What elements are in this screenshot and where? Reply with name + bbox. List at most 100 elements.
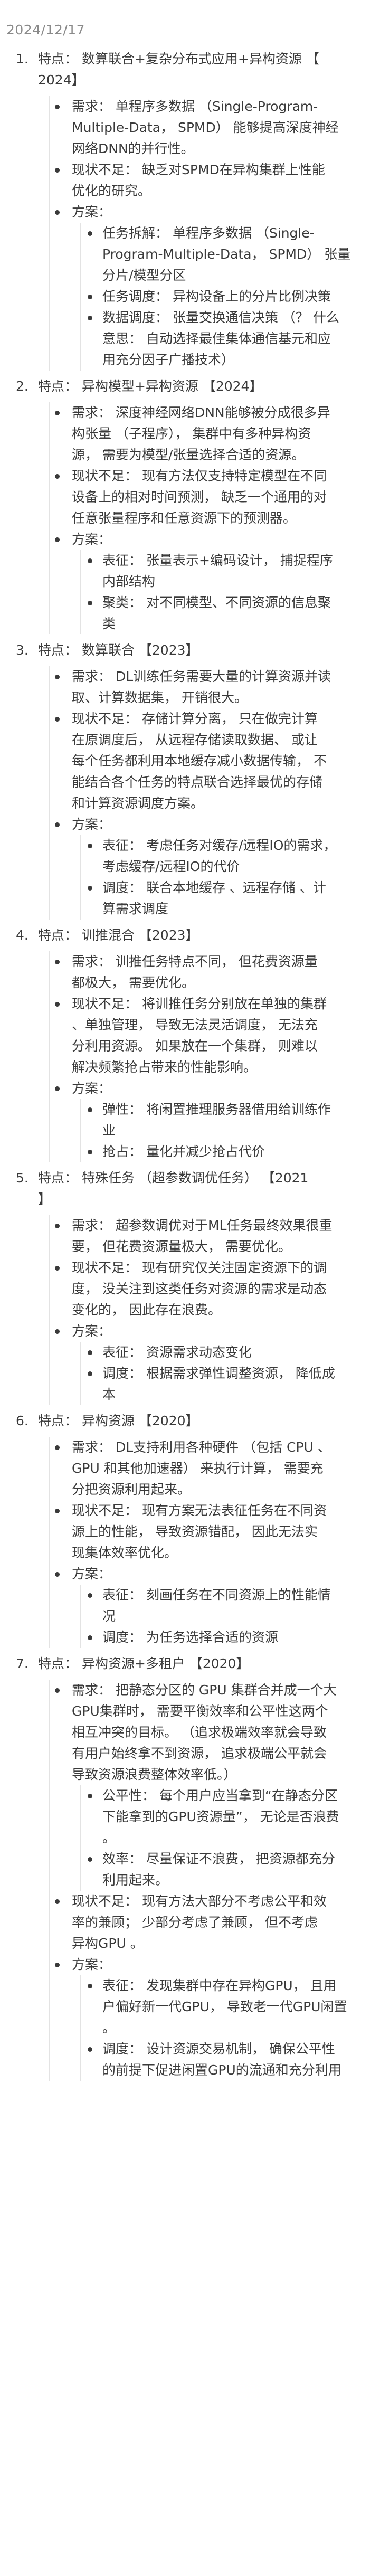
sub-list-item: 方案： — [0, 1954, 380, 1975]
sub-list-text: 需求： 深度神经网络DNN能够被分成很多异 构张量 （子程序）， 集群中有多种异… — [72, 405, 330, 462]
bullet-dot — [88, 1371, 92, 1376]
list-item-number: 2. — [16, 378, 28, 394]
bullet-dot — [88, 1350, 92, 1355]
bullet-dot — [55, 1086, 60, 1091]
sub-list: 需求： 深度神经网络DNN能够被分成很多异 构张量 （子程序）， 集群中有多种异… — [0, 402, 380, 634]
nested-list: 表征： 资源需求动态变化调度： 根据需求弹性调整资源， 降低成 本 — [0, 1342, 380, 1405]
bullet-dot — [88, 601, 92, 605]
nested-list-text: 抢占： 量化并减少抢占代价 — [102, 1144, 265, 1159]
item-spacer — [0, 1162, 380, 1168]
sub-list: 需求： 训推任务特点不同， 但花费资源量 都极大， 需要优化。 现状不足： 将训推… — [0, 951, 380, 1162]
bullet-dot — [88, 1635, 92, 1640]
sub-list: 需求： 把静态分区的 GPU 集群合并成一个大 GPU集群时， 需要平衡效率和公… — [0, 1680, 380, 2081]
page-date: 2024/12/17 — [6, 22, 86, 37]
bullet-dot — [55, 960, 60, 964]
list-item-title: 特点： 特殊任务 （超参数调优任务） 【2021 】 — [38, 1170, 309, 1207]
item-spacer — [0, 920, 380, 925]
nested-list-text: 表征： 张量表示+编码设计， 捕捉程序 内部结构 — [102, 553, 333, 589]
sub-list-text: 现状不足： 现有研究仅关注固定资源下的调 度， 没关注到这类任务对资源的需求是动… — [72, 1260, 327, 1318]
sub-list-text: 需求： DL训练任务需要大量的计算资源并读 取、计算数据集， 开销很大。 — [72, 669, 331, 705]
nested-list-text: 数据调度： 张量交换通信决策 （？ 什么 意思： 自动选择最佳集体通信基元和应 … — [102, 310, 339, 367]
sub-list-text: 需求： 训推任务特点不同， 但花费资源量 都极大， 需要优化。 — [72, 954, 318, 990]
bullet-dot — [55, 1224, 60, 1228]
item-spacer — [0, 1648, 380, 1653]
sub-list-text: 方案： — [72, 1566, 112, 1581]
bullet-dot — [88, 1984, 92, 1988]
sub-list-item: 需求： 超参数调优对于ML任务最终效果很重 要， 但花费资源量极大， 需要优化。 — [0, 1215, 380, 1257]
sub-list-item: 需求： 单程序多数据 （Single-Program- Multiple-Dat… — [0, 96, 380, 159]
sub-list-text: 现状不足： 缺乏对SPMD在异构集群上性能 优化的研究。 — [72, 162, 325, 198]
item-spacer — [0, 1405, 380, 1410]
bullet-dot — [55, 1899, 60, 1904]
bullet-dot — [55, 1266, 60, 1271]
sub-list: 需求： 单程序多数据 （Single-Program- Multiple-Dat… — [0, 96, 380, 371]
item-spacer — [0, 371, 380, 376]
list-item-heading: 2. 特点： 异构模型+异构资源 【2024】 — [0, 376, 380, 397]
bullet-dot — [55, 1572, 60, 1577]
sub-list-text: 现状不足： 现有方案无法表征任务在不同资 源上的性能， 导致资源错配， 因此无法… — [72, 1503, 327, 1560]
sub-list-item: 现状不足： 现有方法仅支持特定模型在不同 设备上的相对时间预测， 缺乏一个通用的… — [0, 466, 380, 529]
sub-list: 需求： DL支持利用各种硬件 （包括 CPU 、 GPU 和其他加速器） 来执行… — [0, 1437, 380, 1648]
sub-list-text: 需求： 超参数调优对于ML任务最终效果很重 要， 但花费资源量极大， 需要优化。 — [72, 1218, 332, 1254]
bullet-dot — [88, 1857, 92, 1862]
nested-list: 表征： 刻画任务在不同资源上的性能情 况调度： 为任务选择合适的资源 — [0, 1585, 380, 1648]
bullet-dot — [88, 295, 92, 299]
bullet-dot — [55, 1329, 60, 1334]
bullet-dot — [55, 411, 60, 415]
list-item-number: 3. — [16, 642, 28, 658]
nested-list-text: 聚类： 对不同模型、不同资源的信息聚 类 — [102, 595, 331, 631]
sub-list-text: 方案： — [72, 204, 112, 220]
sub-list-item: 需求： 训推任务特点不同， 但花费资源量 都极大， 需要优化。 — [0, 951, 380, 993]
item-spacer — [0, 634, 380, 640]
bullet-dot — [88, 2047, 92, 2052]
list-item-number: 4. — [16, 927, 28, 943]
sub-list-text: 需求： 单程序多数据 （Single-Program- Multiple-Dat… — [72, 99, 339, 156]
list-item-heading: 1. 特点： 数算联合+复杂分布式应用+异构资源 【 2024】 — [0, 49, 380, 91]
bullet-dot — [88, 231, 92, 236]
nested-list-item: 抢占： 量化并减少抢占代价 — [0, 1141, 380, 1162]
sub-list-item: 现状不足： 现有方案无法表征任务在不同资 源上的性能， 导致资源错配， 因此无法… — [0, 1500, 380, 1564]
nested-list-text: 调度： 设计资源交易机制， 确保公平性 的前提下促进闲置GPU的流通和充分利用 — [102, 2041, 341, 2078]
list-item-title: 特点： 数算联合 【2023】 — [38, 642, 199, 658]
list-item-heading: 5. 特点： 特殊任务 （超参数调优任务） 【2021 】 — [0, 1168, 380, 1210]
nested-list-text: 任务拆解： 单程序多数据 （Single- Program-Multiple-D… — [102, 225, 351, 283]
nested-list-text: 表征： 资源需求动态变化 — [102, 1344, 252, 1360]
nested-list: 表征： 张量表示+编码设计， 捕捉程序 内部结构 聚类： 对不同模型、不同资源的信… — [0, 550, 380, 634]
list-item-number: 7. — [16, 1656, 28, 1671]
bullet-dot — [88, 1107, 92, 1112]
list-item-title: 特点： 异构资源+多租户 【2020】 — [38, 1656, 250, 1671]
bullet-dot — [55, 210, 60, 215]
sub-list-text: 需求： 把静态分区的 GPU 集群合并成一个大 GPU集群时， 需要平衡效率和公… — [72, 1682, 337, 1782]
list-item-heading: 4. 特点： 训推混合 【2023】 — [0, 925, 380, 946]
nested-list-item: 效率： 尽量保证不浪费， 把资源都充分 利用起来。 — [0, 1849, 380, 1891]
sub-list-item: 方案： — [0, 1564, 380, 1585]
list-item-title: 特点： 异构资源 【2020】 — [38, 1413, 199, 1428]
bullet-dot — [55, 537, 60, 542]
nested-list-text: 效率： 尽量保证不浪费， 把资源都充分 利用起来。 — [102, 1851, 335, 1888]
sub-list-item: 现状不足： 现有方法大部分不考虑公平和效 率的兼顾； 少部分考虑了兼顾， 但不考… — [0, 1891, 380, 1954]
nested-list-item: 任务调度： 异构设备上的分片比例决策 — [0, 286, 380, 307]
sub-list-text: 方案： — [72, 1323, 112, 1339]
sub-list-text: 现状不足： 存储计算分离， 只在做完计算 在原调度后， 从远程存储读取数据、 或… — [72, 711, 327, 811]
nested-list-item: 调度： 根据需求弹性调整资源， 降低成 本 — [0, 1363, 380, 1405]
bullet-dot — [88, 1593, 92, 1598]
nested-list-text: 调度： 根据需求弹性调整资源， 降低成 本 — [102, 1366, 335, 1402]
sub-list-text: 方案： — [72, 817, 112, 832]
nested-list-item: 调度： 为任务选择合适的资源 — [0, 1627, 380, 1648]
nested-list-text: 表征： 考虑任务对缓存/远程IO的需求， 考虑缓存/远程IO的代价 — [102, 838, 337, 874]
nested-list: 表征： 考虑任务对缓存/远程IO的需求， 考虑缓存/远程IO的代价 调度： 联合本… — [0, 835, 380, 920]
bullet-dot — [88, 558, 92, 563]
bullet-dot — [88, 886, 92, 891]
nested-list-item: 调度： 联合本地缓存 、远程存储 、计 算需求调度 — [0, 877, 380, 920]
list-item-heading: 6. 特点： 异构资源 【2020】 — [0, 1410, 380, 1432]
list-item-number: 5. — [16, 1170, 28, 1186]
list-item-heading: 3. 特点： 数算联合 【2023】 — [0, 640, 380, 661]
sub-list-item: 方案： — [0, 1321, 380, 1342]
nested-list: 弹性： 将闲置推理服务器借用给训练作 业抢占： 量化并减少抢占代价 — [0, 1099, 380, 1162]
bullet-dot — [55, 675, 60, 679]
nested-list-text: 表征： 发现集群中存在异构GPU， 且用 户偏好新一代GPU， 导致老一代GPU… — [102, 1978, 347, 2035]
bullet-dot — [55, 105, 60, 109]
sub-list-text: 现状不足： 现有方法大部分不考虑公平和效 率的兼顾； 少部分考虑了兼顾， 但不考… — [72, 1893, 327, 1951]
list-item-title: 特点： 异构模型+异构资源 【2024】 — [38, 378, 263, 394]
list-item-title: 特点： 数算联合+复杂分布式应用+异构资源 【 2024】 — [38, 51, 319, 88]
